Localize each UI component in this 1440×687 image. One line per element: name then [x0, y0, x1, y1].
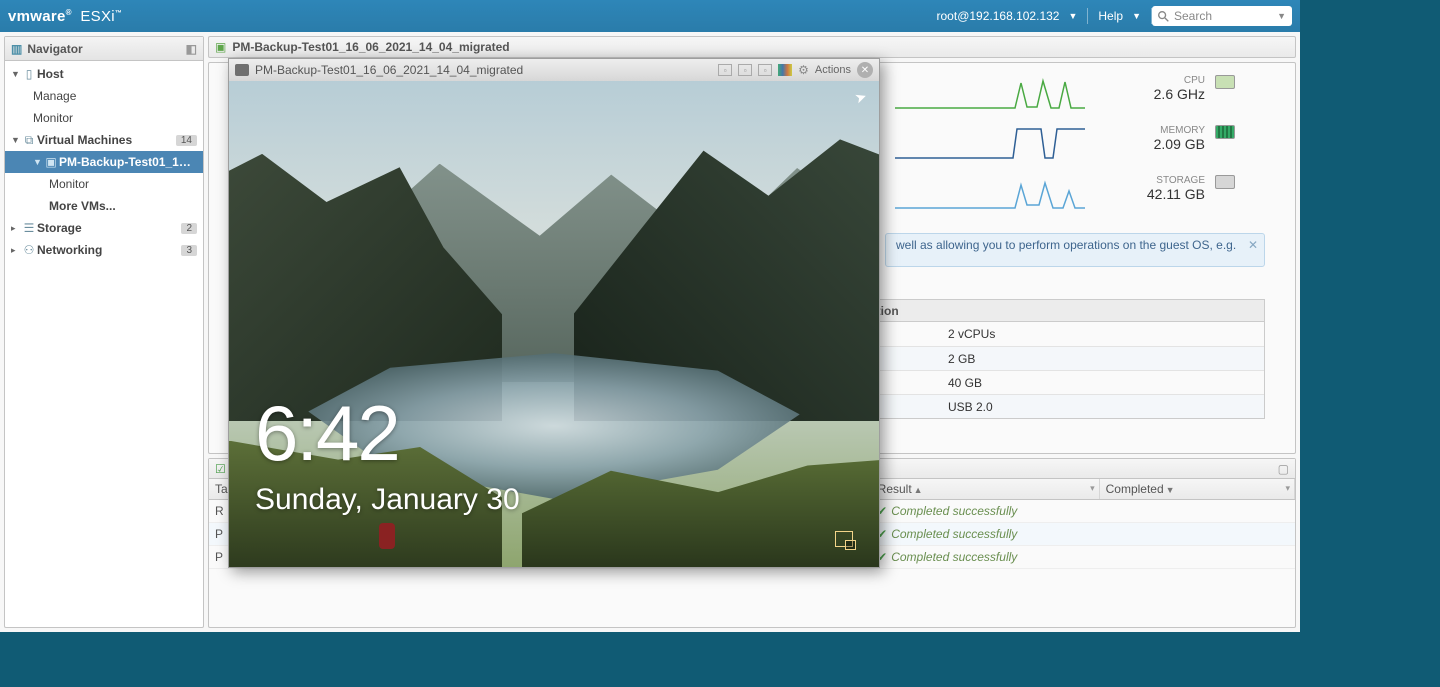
mem-value: 2.09 GB	[1095, 136, 1205, 152]
nav-vms-label: Virtual Machines	[37, 133, 176, 147]
label: More VMs...	[49, 199, 197, 213]
cpu-value: 2.6 GHz	[1095, 86, 1205, 102]
brand: vmware® ESXi™	[8, 8, 122, 25]
hw-config-panel: ation 2 vCPUs2 GB40 GBUSB 2.0	[859, 299, 1265, 419]
search-input[interactable]: Search ▼	[1152, 6, 1292, 26]
nav-tree: ▼ ▯ Host Manage Monitor ▼ ⧉ Virtual Mach…	[5, 61, 203, 261]
breadcrumb: ▣ PM-Backup-Test01_16_06_2021_14_04_migr…	[208, 36, 1296, 58]
navigator-icon: ▥	[11, 42, 22, 56]
nav-host-label: Host	[37, 67, 197, 81]
window-btn-2[interactable]: ▫	[738, 64, 752, 76]
nav-networking[interactable]: ▸ ⚇ Networking 3	[5, 239, 203, 261]
console-titlebar[interactable]: PM-Backup-Test01_16_06_2021_14_04_migrat…	[229, 59, 879, 81]
console-close[interactable]: ✕	[857, 62, 873, 78]
twisty-icon: ▸	[11, 223, 21, 234]
actions-menu[interactable]: Actions	[815, 64, 851, 76]
nav-vm-monitor[interactable]: Monitor	[5, 173, 203, 195]
nav-vm-selected-label: PM-Backup-Test01_16_...	[59, 155, 197, 169]
user-label: root@192.168.102.132	[937, 9, 1060, 23]
window-btn-1[interactable]: ▫	[718, 64, 732, 76]
twisty-icon: ▼	[33, 157, 43, 167]
storage-icon: ☰	[21, 221, 37, 235]
lockscreen-clock: 6:42	[255, 388, 399, 479]
expand-icon[interactable]: ▢	[1278, 462, 1289, 476]
hw-row: USB 2.0	[860, 394, 1264, 418]
notice-close[interactable]: ✕	[1248, 238, 1258, 252]
cpu-spark	[895, 75, 1085, 111]
help-menu[interactable]: Help ▼	[1088, 9, 1151, 23]
caret-down-icon: ▼	[1277, 11, 1286, 21]
navigator-panel: ▥ Navigator ◧ ▼ ▯ Host Manage Monitor ▼ …	[4, 36, 204, 628]
metric-memory: MEMORY2.09 GB	[895, 125, 1265, 161]
monitor-icon	[235, 64, 249, 76]
window-btn-color[interactable]	[778, 64, 792, 76]
mem-spark	[895, 125, 1085, 161]
network-icon: ⚇	[21, 243, 37, 257]
twisty-icon: ▸	[11, 245, 21, 256]
user-menu[interactable]: root@192.168.102.132 ▼	[927, 9, 1088, 23]
breadcrumb-vm: PM-Backup-Test01_16_06_2021_14_04_migrat…	[232, 40, 509, 54]
brand-vmware: vmware	[8, 8, 66, 25]
vms-count-badge: 14	[176, 135, 197, 146]
nav-host[interactable]: ▼ ▯ Host	[5, 63, 203, 85]
nav-networking-label: Networking	[37, 243, 181, 257]
vm-icon: ▣	[215, 40, 226, 54]
pin-icon[interactable]: ◧	[186, 42, 197, 56]
network-status-icon	[835, 531, 853, 547]
sto-spark	[895, 175, 1085, 211]
hiker-figure	[379, 523, 395, 549]
label: Monitor	[49, 177, 197, 191]
caret-down-icon: ▼	[1068, 11, 1077, 21]
navigator-header: ▥ Navigator ◧	[5, 37, 203, 61]
storage-icon	[1215, 175, 1235, 189]
hw-row: 40 GB	[860, 370, 1264, 394]
label: Monitor	[33, 111, 197, 125]
col-result[interactable]: Result▲▾	[871, 479, 1099, 500]
nav-storage[interactable]: ▸ ☰ Storage 2	[5, 217, 203, 239]
sto-value: 42.11 GB	[1095, 186, 1205, 202]
networking-count-badge: 3	[181, 245, 197, 256]
search-placeholder: Search	[1174, 9, 1212, 23]
brand-esxi: ESXi	[80, 8, 115, 25]
sto-label: STORAGE	[1095, 175, 1205, 186]
nav-host-manage[interactable]: Manage	[5, 85, 203, 107]
help-label: Help	[1098, 9, 1123, 23]
twisty-icon: ▼	[11, 69, 21, 79]
memory-icon	[1215, 125, 1235, 139]
hw-row: 2 GB	[860, 346, 1264, 370]
vm-group-icon: ⧉	[21, 133, 37, 148]
nav-host-monitor[interactable]: Monitor	[5, 107, 203, 129]
hw-row: 2 vCPUs	[860, 322, 1264, 346]
caret-down-icon: ▼	[1132, 11, 1141, 21]
console-title: PM-Backup-Test01_16_06_2021_14_04_migrat…	[255, 63, 712, 77]
cpu-label: CPU	[1095, 75, 1205, 86]
top-bar: vmware® ESXi™ root@192.168.102.132 ▼ Hel…	[0, 0, 1300, 32]
mem-label: MEMORY	[1095, 125, 1205, 136]
window-btn-3[interactable]: ▫	[758, 64, 772, 76]
vm-icon: ▣	[43, 155, 59, 169]
nav-vm-selected[interactable]: ▼ ▣ PM-Backup-Test01_16_...	[5, 151, 203, 173]
vm-console-window[interactable]: PM-Backup-Test01_16_06_2021_14_04_migrat…	[228, 58, 880, 568]
storage-count-badge: 2	[181, 223, 197, 234]
nav-vms[interactable]: ▼ ⧉ Virtual Machines 14	[5, 129, 203, 151]
metric-storage: STORAGE42.11 GB	[895, 175, 1265, 211]
navigator-title: Navigator	[27, 42, 82, 56]
nav-more-vms[interactable]: More VMs...	[5, 195, 203, 217]
search-icon	[1158, 11, 1169, 22]
tasks-icon: ☑	[215, 462, 226, 476]
twisty-icon: ▼	[11, 135, 21, 145]
label: Manage	[33, 89, 197, 103]
notice-text: well as allowing you to perform operatio…	[896, 238, 1236, 252]
info-notice: well as allowing you to perform operatio…	[885, 233, 1265, 267]
lockscreen-date: Sunday, January 30	[255, 483, 520, 517]
host-icon: ▯	[21, 67, 37, 81]
gear-icon[interactable]: ⚙	[798, 63, 809, 77]
nav-storage-label: Storage	[37, 221, 181, 235]
cpu-icon	[1215, 75, 1235, 89]
metrics: CPU2.6 GHz MEMORY2.09 GB	[895, 75, 1265, 211]
metric-cpu: CPU2.6 GHz	[895, 75, 1265, 111]
col-completed[interactable]: Completed▼▾	[1099, 479, 1294, 500]
guest-screen[interactable]: ➤ 6:42 Sunday, January 30	[229, 81, 879, 567]
